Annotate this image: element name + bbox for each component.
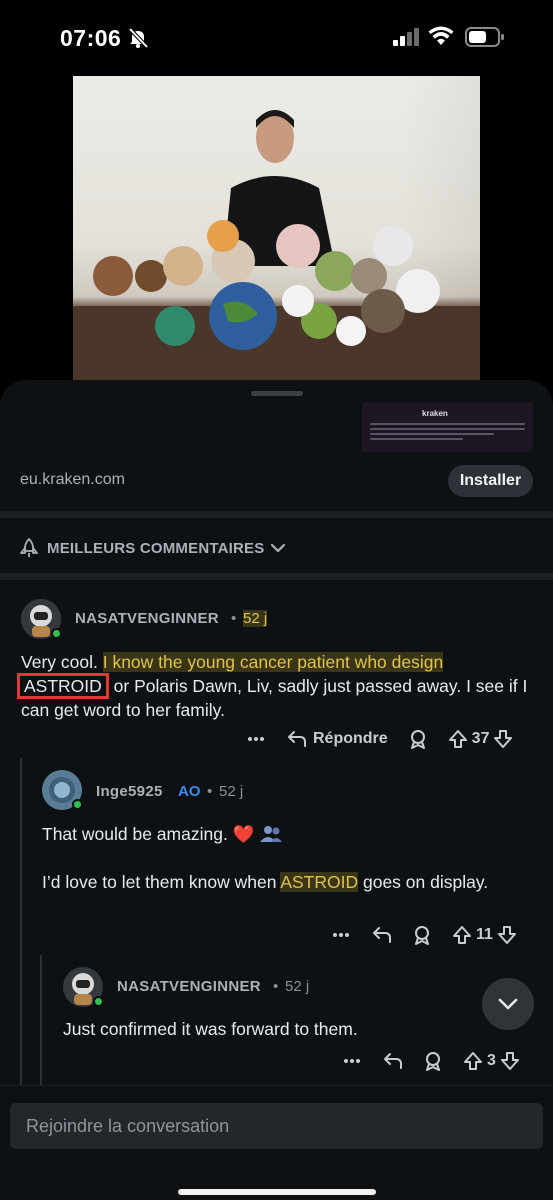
upvote-arrow-icon: [448, 730, 467, 748]
people-icon: [260, 826, 283, 842]
comment-body: That would be amazing. ❤️: [42, 822, 522, 846]
thread-line: [20, 758, 22, 1085]
highlighted-word-box: ASTROID: [17, 673, 109, 699]
downvote-arrow-icon: [500, 1052, 519, 1070]
vote-count: 37: [471, 730, 490, 747]
divider: [0, 573, 553, 580]
status-time: 07:06: [60, 25, 122, 51]
reply-button[interactable]: Répondre: [287, 730, 388, 748]
award-icon: [410, 730, 425, 749]
ellipsis-icon: [344, 1059, 360, 1063]
comment-body: I’d love to let them know when ASTROID g…: [42, 872, 489, 892]
thread-line: [40, 955, 42, 1085]
downvote-arrow-icon: [497, 926, 516, 944]
kraken-logo: kraken: [422, 409, 448, 418]
signal-icon: [393, 28, 419, 46]
composer-bar: [0, 1085, 553, 1200]
chevron-down-icon: [498, 998, 518, 1010]
vote-count: 3: [487, 1052, 496, 1069]
comment-actions: 11: [332, 925, 517, 945]
wifi-icon: [428, 26, 454, 45]
upvote-button[interactable]: [463, 1051, 483, 1071]
online-indicator: [72, 799, 83, 810]
reply-arrow-icon: [373, 927, 391, 943]
reply-button[interactable]: [372, 926, 392, 944]
award-icon: [415, 926, 429, 945]
ellipsis-icon: [333, 933, 349, 937]
more-options-button[interactable]: [332, 932, 350, 938]
rocket-icon: [20, 538, 38, 557]
award-icon: [426, 1052, 440, 1071]
award-button[interactable]: [423, 1051, 443, 1071]
sort-label: MEILLEURS COMMENTAIRES: [47, 539, 265, 557]
comment-age: 52 j: [243, 610, 268, 627]
award-button[interactable]: [408, 729, 428, 749]
comment-body: Very cool. I know the young cancer patie…: [17, 650, 531, 722]
reply-button[interactable]: [383, 1052, 403, 1070]
more-options-button[interactable]: [343, 1058, 361, 1064]
join-conversation-input[interactable]: [10, 1103, 543, 1149]
ellipsis-icon: [248, 737, 264, 741]
downvote-arrow-icon: [494, 730, 513, 748]
vote-count: 11: [476, 926, 493, 943]
ad-image[interactable]: [73, 76, 480, 382]
ad-photo-illustration: [73, 110, 480, 382]
comment-username[interactable]: NASATVENGINNER: [117, 978, 261, 995]
upvote-arrow-icon: [464, 1052, 482, 1070]
upvote-button[interactable]: [448, 729, 468, 749]
downvote-button[interactable]: [497, 925, 517, 945]
status-bar: 07:06: [0, 0, 553, 70]
ad-banner-strip[interactable]: kraken: [362, 402, 533, 452]
battery-icon: [465, 27, 504, 47]
online-indicator: [93, 996, 104, 1007]
more-options-button[interactable]: [247, 736, 265, 742]
comment-age: 52 j: [219, 783, 244, 800]
bell-slash-icon: [128, 27, 149, 49]
online-indicator: [51, 628, 62, 639]
comment-actions: Répondre 37: [247, 729, 513, 749]
drag-handle[interactable]: [251, 391, 303, 396]
sort-selector[interactable]: MEILLEURS COMMENTAIRES: [18, 537, 287, 559]
install-button[interactable]: Installer: [448, 465, 533, 497]
downvote-button[interactable]: [493, 729, 513, 749]
chevron-down-icon: [271, 543, 286, 553]
upvote-button[interactable]: [452, 925, 472, 945]
op-badge: AO: [178, 783, 201, 800]
home-indicator[interactable]: [178, 1189, 376, 1195]
award-button[interactable]: [412, 925, 432, 945]
ad-domain[interactable]: eu.kraken.com: [20, 471, 125, 489]
comment-username[interactable]: NASATVENGINNER: [75, 610, 219, 627]
scroll-down-button[interactable]: [482, 978, 534, 1030]
comment-actions: 3: [343, 1051, 520, 1071]
comment-age: 52 j: [285, 978, 310, 995]
comment-username[interactable]: Inge5925: [96, 783, 163, 800]
reply-arrow-icon: [384, 1053, 402, 1069]
divider: [0, 511, 553, 518]
comments-sheet: kraken eu.kraken.com Installer MEILLEURS…: [0, 380, 553, 1200]
reply-arrow-icon: [288, 731, 306, 747]
upvote-arrow-icon: [453, 926, 471, 944]
comment-body: Just confirmed it was forward to them.: [63, 1019, 358, 1039]
downvote-button[interactable]: [500, 1051, 520, 1071]
